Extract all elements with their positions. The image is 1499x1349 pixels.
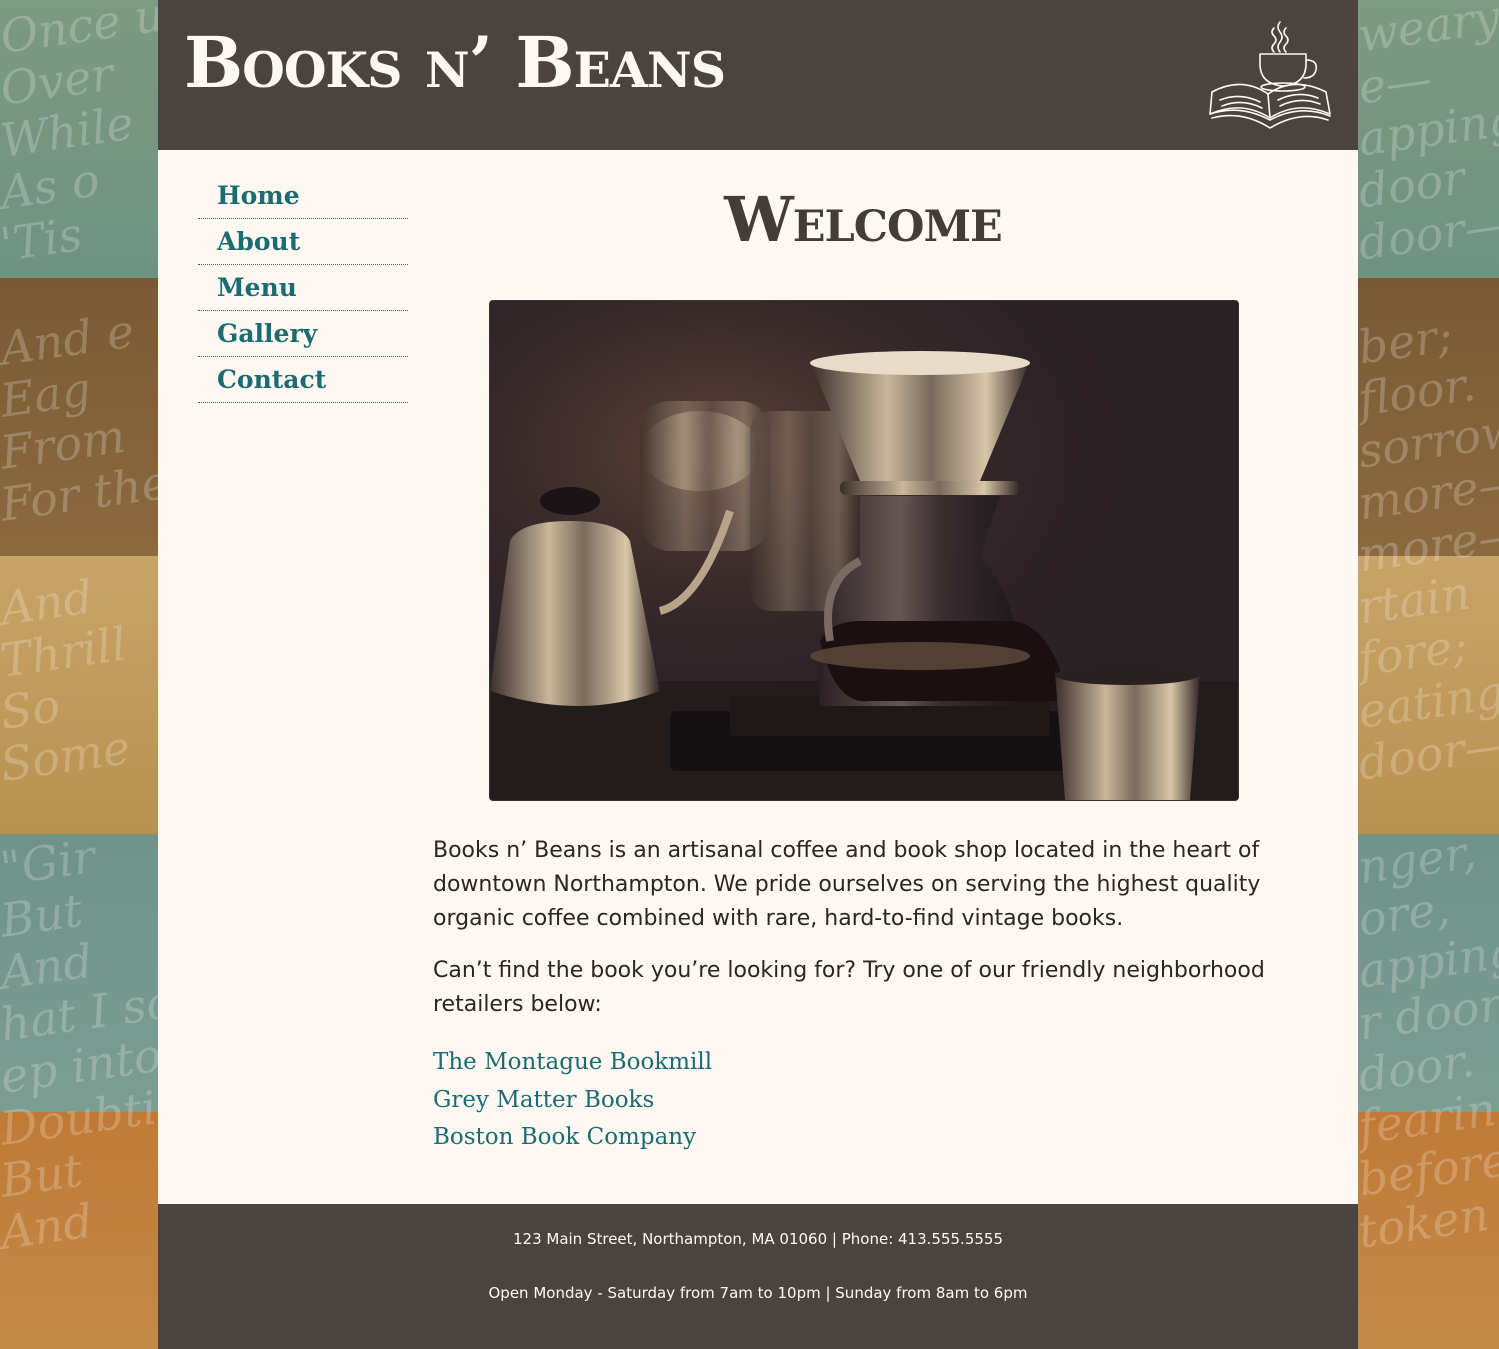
footer-contact: 123 Main Street, Northampton, MA 01060 |…	[512, 1230, 1003, 1248]
site-header: Books n’ Beans	[158, 0, 1358, 150]
footer-hours: Open Monday - Saturday from 7am to 10pm …	[488, 1284, 1028, 1302]
nav-item-gallery[interactable]: Gallery	[198, 312, 408, 357]
intro-paragraph: Books n’ Beans is an artisanal coffee an…	[433, 838, 1261, 931]
retailer-links: The Montague Bookmill Grey Matter Books …	[433, 1044, 1303, 1157]
link-grey-matter-books[interactable]: Grey Matter Books	[433, 1082, 1303, 1120]
site-title[interactable]: Books n’ Beans	[184, 18, 726, 108]
retailers-paragraph: Can’t find the book you’re looking for? …	[433, 958, 1265, 1017]
hero-image-coffee-brewing	[489, 300, 1239, 801]
site-footer: 123 Main Street, Northampton, MA 01060 |…	[158, 1204, 1358, 1349]
background-handwriting-left: Once up Over While As o 'Tis And e Eag From For…	[0, 0, 158, 1260]
link-boston-book-company[interactable]: Boston Book Company	[433, 1119, 1303, 1157]
link-montague-bookmill[interactable]: The Montague Bookmill	[433, 1044, 1303, 1082]
nav-item-home[interactable]: Home	[198, 174, 408, 219]
book-and-coffee-cup-icon	[1208, 20, 1333, 132]
nav-item-about[interactable]: About	[198, 220, 408, 265]
nav-item-contact[interactable]: Contact	[198, 358, 408, 403]
page-heading: Welcome	[724, 183, 1003, 256]
background-handwriting-right: weary e— apping door door— ber; floor. sorrow m…	[1358, 0, 1499, 1259]
nav-item-menu[interactable]: Menu	[198, 266, 408, 311]
page-container: Books n’ Beans Home About Menu Gallery C…	[158, 0, 1358, 1349]
main-nav: Home About Menu Gallery Contact	[198, 174, 408, 403]
main-content: Books n’ Beans is an artisanal coffee an…	[433, 834, 1303, 1157]
